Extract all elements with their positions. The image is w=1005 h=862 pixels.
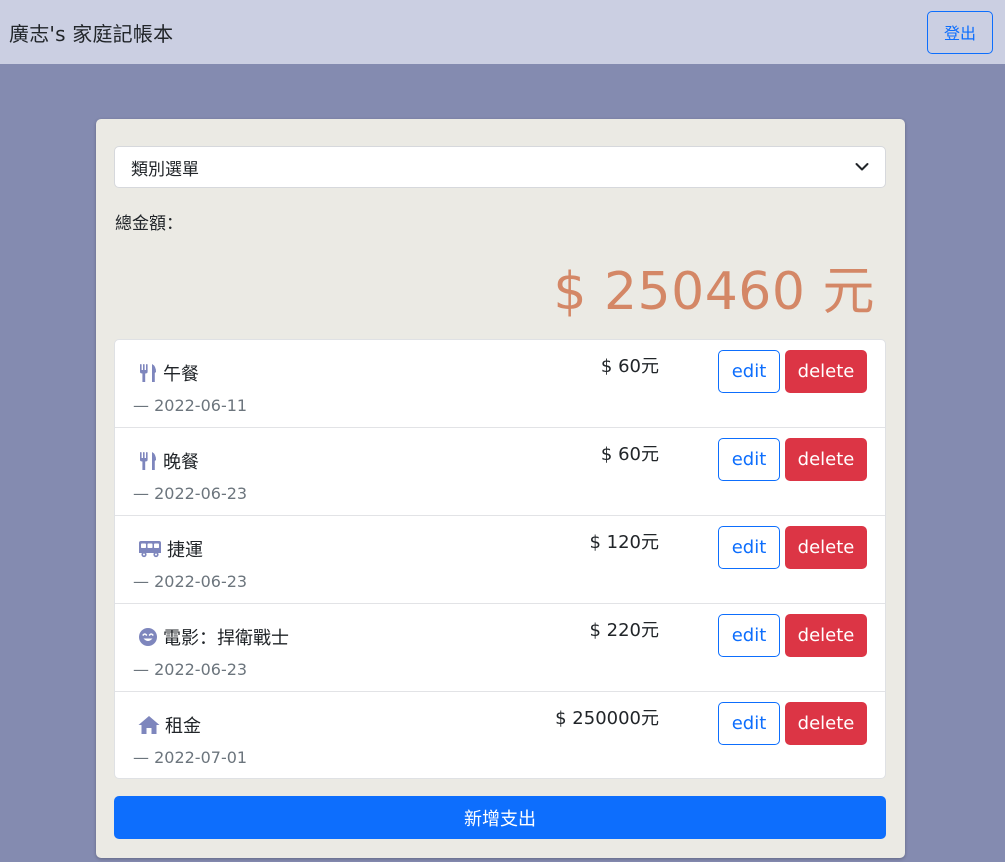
total-amount: $ 250460 元 (553, 262, 875, 322)
utensils-icon (137, 450, 159, 472)
add-expense-button[interactable]: 新增支出 (114, 796, 886, 839)
edit-button[interactable]: edit (718, 526, 780, 569)
expense-list: 午餐 — 2022-06-11 $ 60元 edit delete 晚餐 — 2… (114, 339, 886, 779)
smile-icon (137, 626, 159, 648)
expense-price: $ 60元 (600, 356, 659, 377)
expense-price: $ 250000元 (555, 708, 659, 729)
expense-name: 午餐 (163, 364, 199, 385)
edit-button[interactable]: edit (718, 702, 780, 745)
edit-button[interactable]: edit (718, 614, 780, 657)
edit-button[interactable]: edit (718, 350, 780, 393)
expense-name: 晚餐 (163, 452, 199, 473)
expense-row: 晚餐 — 2022-06-23 $ 60元 edit delete (115, 428, 885, 516)
expense-date: — 2022-06-23 (133, 572, 248, 591)
expense-title: 租金 (137, 712, 201, 738)
expense-row: 捷運 — 2022-06-23 $ 120元 edit delete (115, 516, 885, 604)
expense-name: 租金 (165, 716, 201, 737)
expense-name: 電影：捍衛戰士 (163, 628, 289, 649)
delete-button[interactable]: delete (785, 614, 867, 657)
total-label: 總金額： (115, 214, 183, 234)
delete-button[interactable]: delete (785, 526, 867, 569)
navbar: 廣志's 家庭記帳本 登出 (0, 0, 1005, 64)
app-title: 廣志's 家庭記帳本 (9, 21, 174, 46)
expense-title: 電影：捍衛戰士 (137, 624, 289, 650)
delete-button[interactable]: delete (785, 350, 867, 393)
category-select[interactable]: 類別選單 (114, 146, 886, 188)
expense-title: 午餐 (137, 360, 199, 386)
expense-row: 電影：捍衛戰士 — 2022-06-23 $ 220元 edit delete (115, 604, 885, 692)
expense-row: 租金 — 2022-07-01 $ 250000元 edit delete (115, 692, 885, 778)
logout-button[interactable]: 登出 (927, 10, 993, 54)
expense-date: — 2022-06-11 (133, 396, 248, 415)
expense-name: 捷運 (167, 540, 203, 561)
utensils-icon (137, 362, 159, 384)
expense-title: 晚餐 (137, 448, 199, 474)
expense-card: 類別選單 總金額： $ 250460 元 午餐 — 2022-06-11 $ 6… (96, 119, 905, 858)
home-icon (137, 714, 161, 736)
edit-button[interactable]: edit (718, 438, 780, 481)
bus-icon (137, 538, 163, 560)
expense-date: — 2022-07-01 (133, 748, 248, 767)
expense-row: 午餐 — 2022-06-11 $ 60元 edit delete (115, 340, 885, 428)
delete-button[interactable]: delete (785, 702, 867, 745)
chevron-down-icon (855, 157, 869, 177)
category-select-value: 類別選單 (131, 159, 199, 180)
expense-price: $ 60元 (600, 444, 659, 465)
expense-date: — 2022-06-23 (133, 660, 248, 679)
delete-button[interactable]: delete (785, 438, 867, 481)
expense-title: 捷運 (137, 536, 203, 562)
expense-date: — 2022-06-23 (133, 484, 248, 503)
expense-price: $ 220元 (589, 620, 659, 641)
expense-price: $ 120元 (589, 532, 659, 553)
